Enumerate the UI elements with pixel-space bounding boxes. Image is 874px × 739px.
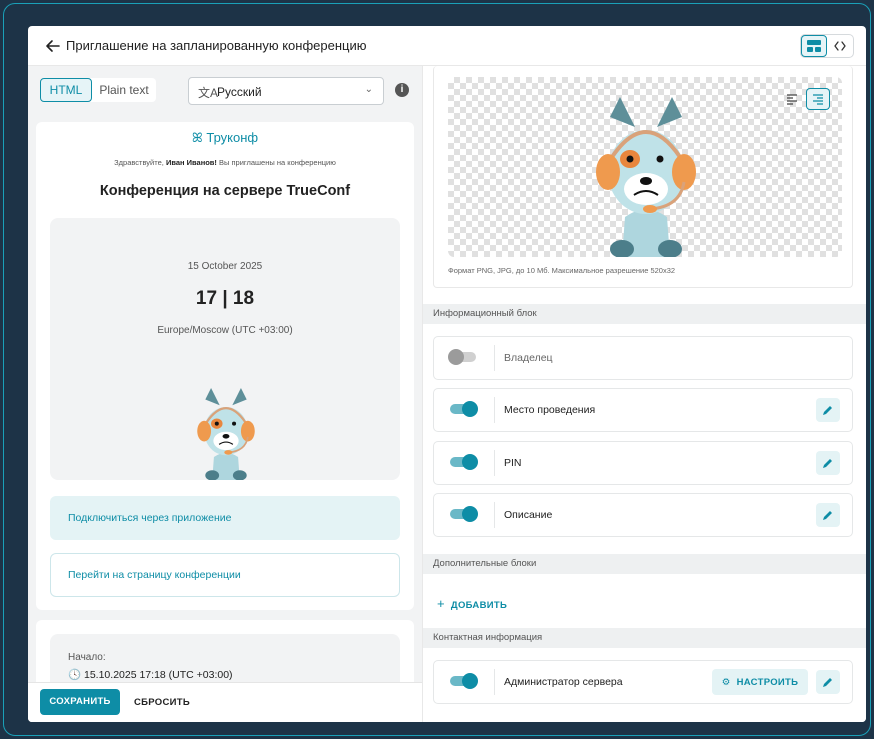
code-icon	[834, 41, 846, 51]
pencil-icon	[823, 406, 832, 415]
join-page-button[interactable]: Перейти на страницу конференции	[50, 553, 400, 597]
location-toggle[interactable]	[450, 401, 478, 417]
info-row-pin: PIN	[433, 441, 853, 485]
footer-actions: СОХРАНИТЬ СБРОСИТЬ	[28, 682, 422, 722]
logo-format-hint: Формат PNG, JPG, до 10 Мб. Максимальное …	[448, 266, 676, 275]
logo-card: Формат PNG, JPG, до 10 Мб. Максимальное …	[433, 66, 853, 288]
plus-icon: +	[437, 596, 445, 611]
translate-icon: 文A	[198, 86, 219, 100]
pencil-icon	[823, 678, 832, 687]
add-block-button[interactable]: + ДОБАВИТЬ	[437, 596, 507, 611]
code-view-button[interactable]	[827, 35, 853, 57]
chevron-down-icon: ⌄	[364, 84, 373, 95]
pin-toggle[interactable]	[450, 454, 478, 470]
tab-html[interactable]: HTML	[40, 78, 92, 102]
configure-label: НАСТРОИТЬ	[736, 676, 799, 688]
preview-panel: HTML Plain text 文A Русский ⌄ i ꕤ Труконф…	[28, 66, 422, 722]
configure-button[interactable]: ⚙ НАСТРОИТЬ	[712, 669, 808, 695]
info-row-description: Описание	[433, 493, 853, 537]
format-switch: HTML Plain text	[40, 78, 156, 102]
pin-label: PIN	[504, 457, 522, 469]
greeting-text: Здравствуйте, Иван Иванов! Вы приглашены…	[36, 158, 414, 167]
save-button[interactable]: СОХРАНИТЬ	[40, 689, 120, 715]
edit-description-button[interactable]	[816, 503, 840, 527]
add-label: ДОБАВИТЬ	[450, 600, 508, 611]
align-right-button[interactable]	[806, 88, 830, 110]
start-value-text: 15.10.2025 17:18 (UTC +03:00)	[84, 669, 233, 681]
layout-view-button[interactable]	[801, 35, 827, 57]
description-toggle[interactable]	[450, 506, 478, 522]
pencil-icon	[823, 459, 832, 468]
tab-plain-text[interactable]: Plain text	[92, 78, 156, 102]
app-window: Приглашение на запланированную конференц…	[28, 26, 866, 722]
arrow-left-icon[interactable]	[44, 37, 62, 55]
admin-label: Администратор сервера	[504, 676, 623, 688]
gear-icon: ⚙	[721, 676, 731, 688]
date-card: 15 October 2025 17 | 18 Europe/Moscow (U…	[50, 218, 400, 480]
owner-toggle[interactable]	[448, 349, 476, 365]
info-row-location: Место проведения	[433, 388, 853, 432]
align-left-button[interactable]	[782, 89, 802, 109]
layout-icon	[807, 40, 821, 52]
reset-button[interactable]: СБРОСИТЬ	[134, 697, 190, 708]
edit-admin-button[interactable]	[816, 670, 840, 694]
logo-upload-area[interactable]	[448, 77, 842, 257]
page-title: Приглашение на запланированную конференц…	[66, 38, 367, 53]
join-page-label: Перейти на страницу конференции	[68, 569, 241, 581]
language-value: Русский	[217, 85, 262, 99]
greeting-name: Иван Иванов!	[165, 158, 217, 167]
greeting-prefix: Здравствуйте,	[114, 158, 166, 167]
mascot-image	[197, 388, 255, 480]
pencil-icon	[823, 511, 832, 520]
edit-location-button[interactable]	[816, 398, 840, 422]
admin-toggle[interactable]	[450, 673, 478, 689]
view-toggle	[800, 34, 854, 58]
page-header: Приглашение на запланированную конференц…	[28, 26, 866, 66]
conference-title: Конференция на сервере TrueConf	[99, 183, 351, 199]
edit-pin-button[interactable]	[816, 451, 840, 475]
join-app-label: Подключиться через приложение	[68, 512, 232, 524]
email-preview: ꕤ Труконф Здравствуйте, Иван Иванов! Вы …	[36, 122, 414, 610]
align-right-icon	[813, 94, 823, 105]
brand-name: Труконф	[206, 130, 259, 145]
description-label: Описание	[504, 509, 553, 521]
settings-panel: Формат PNG, JPG, до 10 Мб. Максимальное …	[422, 66, 866, 722]
start-info-card: Начало: 🕓 15.10.2025 17:18 (UTC +03:00)	[36, 620, 414, 690]
start-value: 🕓 15.10.2025 17:18 (UTC +03:00)	[68, 668, 233, 681]
start-label: Начало:	[68, 652, 106, 663]
language-select[interactable]: 文A Русский ⌄	[188, 77, 384, 105]
info-row-owner: Владелец	[433, 336, 853, 380]
info-icon[interactable]: i	[395, 83, 409, 97]
owner-label: Владелец	[504, 352, 553, 364]
greeting-suffix: Вы приглашены на конференцию	[216, 158, 336, 167]
conference-time: 17 | 18	[195, 288, 255, 309]
paw-icon: ꕤ	[191, 130, 203, 145]
clock-icon: 🕓	[68, 669, 82, 681]
align-left-icon	[787, 94, 797, 105]
conference-timezone: Europe/Moscow (UTC +03:00)	[157, 325, 293, 336]
info-block-header: Информационный блок	[423, 304, 866, 324]
join-app-button[interactable]: Подключиться через приложение	[50, 496, 400, 540]
contact-info-header: Контактная информация	[423, 628, 866, 648]
brand-logo: ꕤ Труконф	[36, 130, 414, 146]
conference-date: 15 October 2025	[187, 261, 263, 272]
location-label: Место проведения	[504, 404, 596, 416]
contact-row-admin: Администратор сервера ⚙ НАСТРОИТЬ	[433, 660, 853, 704]
extra-blocks-header: Дополнительные блоки	[423, 554, 866, 574]
mascot-logo-image	[596, 97, 696, 257]
